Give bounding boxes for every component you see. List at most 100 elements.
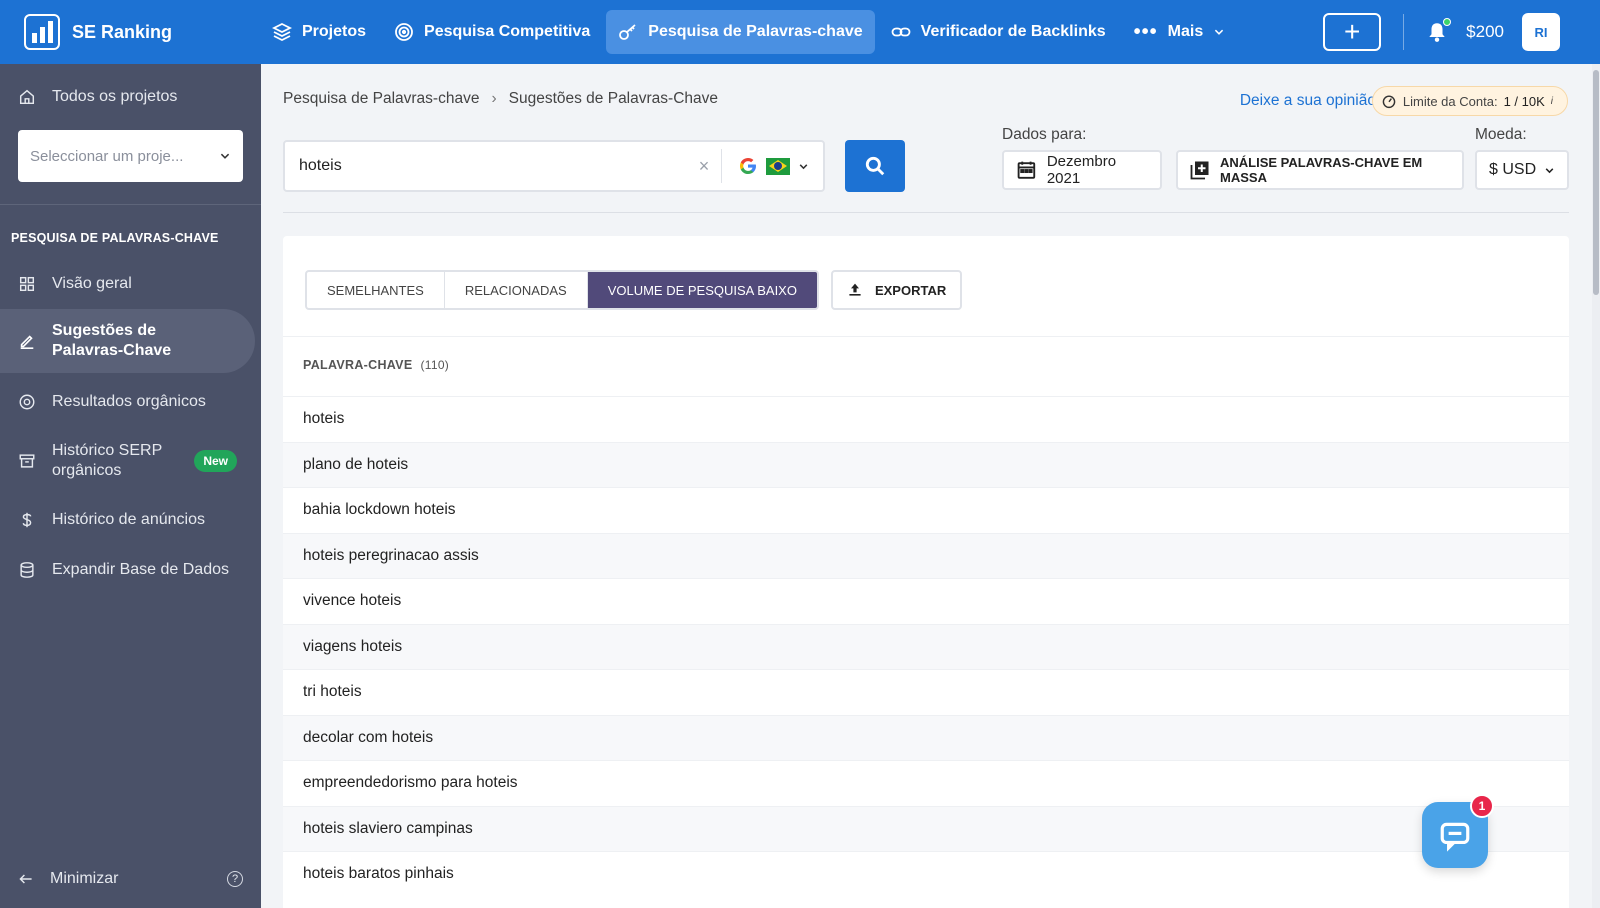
- sidebar-item-label: Sugestões de Palavras-Chave: [52, 322, 172, 359]
- sidebar-item-label: Histórico de anúncios: [52, 511, 205, 528]
- sidebar-all-projects[interactable]: Todos os projetos: [0, 64, 261, 130]
- table-row[interactable]: empreendedorismo para hoteis: [283, 760, 1569, 806]
- data-for-label: Dados para:: [1002, 126, 1087, 143]
- chat-unread-badge: 1: [1470, 794, 1494, 818]
- keyword-search-field[interactable]: hoteis ×: [283, 140, 825, 192]
- table-row[interactable]: plano de hoteis: [283, 441, 1569, 487]
- table-row[interactable]: hoteis baratos pinhais: [283, 851, 1569, 897]
- table-row[interactable]: hoteis slaviero campinas: [283, 805, 1569, 851]
- tab-related[interactable]: RELACIONADAS: [445, 272, 588, 308]
- table-row[interactable]: tri hoteis: [283, 669, 1569, 715]
- home-icon: [19, 89, 35, 105]
- export-button[interactable]: EXPORTAR: [830, 270, 963, 310]
- scrollbar[interactable]: [1592, 64, 1600, 908]
- currency-value: $ USD: [1489, 161, 1537, 178]
- chevron-down-icon: [1215, 29, 1224, 35]
- sidebar-section-heading: PESQUISA DE PALAVRAS-CHAVE: [11, 231, 219, 245]
- sidebar-item-label: Histórico SERP orgânicos: [52, 442, 162, 479]
- logo[interactable]: SE Ranking: [0, 14, 260, 50]
- target-icon: [395, 23, 413, 41]
- brazil-flag-icon: [766, 157, 790, 175]
- chevron-down-icon: [220, 153, 230, 159]
- table-row[interactable]: bahia lockdown hoteis: [283, 487, 1569, 533]
- notification-dot: [1443, 18, 1452, 26]
- nav-projects[interactable]: Projetos: [260, 10, 378, 54]
- search-input[interactable]: hoteis: [285, 157, 687, 175]
- search-button[interactable]: [845, 140, 905, 192]
- sidebar-item-label: Resultados orgânicos: [52, 393, 206, 410]
- table-row[interactable]: decolar com hoteis: [283, 714, 1569, 760]
- table-row[interactable]: hoteis: [283, 396, 1569, 442]
- sidebar-item-organic-results[interactable]: Resultados orgânicos: [0, 377, 261, 427]
- chat-button[interactable]: 1: [1422, 794, 1494, 868]
- breadcrumb-separator: ›: [491, 90, 497, 107]
- link-icon: [891, 27, 911, 37]
- sidebar-item-overview[interactable]: Visão geral: [0, 259, 261, 309]
- nav-more[interactable]: ••• Mais: [1122, 10, 1238, 54]
- account-limit-badge: Limite da Conta: 1 / 10K i: [1371, 86, 1568, 116]
- nav-label: Mais: [1167, 23, 1204, 40]
- sidebar-item-keyword-suggestions[interactable]: Sugestões de Palavras-Chave: [0, 309, 255, 373]
- info-icon[interactable]: i: [1551, 96, 1553, 107]
- project-select[interactable]: Seleccionar um proje...: [18, 130, 243, 182]
- limit-value: 1 / 10K: [1503, 93, 1545, 109]
- add-button[interactable]: +: [1323, 13, 1382, 51]
- sidebar-item-serp-history[interactable]: Histórico SERP orgânicos New: [0, 427, 261, 495]
- archive-icon: [19, 454, 35, 468]
- chevron-down-icon: [799, 163, 808, 169]
- nav-keyword-research[interactable]: Pesquisa de Palavras-chave: [606, 10, 875, 54]
- search-engine-select[interactable]: [721, 149, 823, 183]
- circle-target-icon: [19, 394, 35, 410]
- app-name: SE Ranking: [72, 21, 173, 42]
- add-multiple-icon: [1190, 161, 1209, 180]
- sidebar-item-expand-database[interactable]: Expandir Base de Dados: [0, 545, 261, 595]
- top-navigation-bar: SE Ranking Projetos Pesquisa Competitiva…: [0, 0, 1600, 64]
- notifications-button[interactable]: [1426, 18, 1452, 43]
- help-icon[interactable]: ?: [227, 871, 243, 887]
- column-header-keyword[interactable]: PALAVRA-CHAVE: [303, 358, 412, 372]
- scrollbar-thumb[interactable]: [1593, 70, 1599, 295]
- project-select-placeholder: Seleccionar um proje...: [30, 147, 184, 165]
- edit-icon: [20, 335, 34, 350]
- search-icon: [865, 156, 885, 176]
- minimize-label: Minimizar: [50, 870, 119, 887]
- sidebar-item-label: Expandir Base de Dados: [52, 561, 229, 578]
- account-balance[interactable]: $200: [1466, 22, 1504, 42]
- tab-similar[interactable]: SEMELHANTES: [307, 272, 445, 308]
- logo-icon: [24, 14, 60, 50]
- breadcrumb-parent[interactable]: Pesquisa de Palavras-chave: [283, 90, 479, 108]
- calendar-icon: [1017, 161, 1036, 179]
- currency-select[interactable]: $ USD: [1475, 150, 1569, 190]
- grid-icon: [19, 276, 35, 292]
- breadcrumb: Pesquisa de Palavras-chave › Sugestões d…: [283, 90, 718, 108]
- sidebar-item-ads-history[interactable]: Histórico de anúncios: [0, 495, 261, 545]
- date-picker-button[interactable]: Dezembro 2021: [1002, 150, 1162, 190]
- nav-label: Projetos: [302, 23, 367, 40]
- currency-label: Moeda:: [1475, 126, 1527, 143]
- more-icon: •••: [1133, 21, 1158, 43]
- minimize-sidebar-button[interactable]: Minimizar ?: [0, 850, 261, 908]
- feedback-link[interactable]: Deixe a sua opinião: [1240, 92, 1376, 110]
- keyword-type-tabs: SEMELHANTES RELACIONADAS VOLUME DE PESQU…: [305, 270, 819, 310]
- main-content: Pesquisa de Palavras-chave › Sugestões d…: [261, 64, 1600, 908]
- tab-low-search-volume[interactable]: VOLUME DE PESQUISA BAIXO: [587, 272, 817, 308]
- chat-icon: [1440, 822, 1470, 852]
- nav-label: Pesquisa de Palavras-chave: [648, 23, 863, 40]
- new-badge: New: [194, 450, 237, 472]
- nav-backlink-checker[interactable]: Verificador de Backlinks: [879, 10, 1118, 54]
- bulk-label: ANÁLISE PALAVRAS-CHAVE EM MASSA: [1220, 155, 1423, 185]
- table-row[interactable]: viagens hoteis: [283, 623, 1569, 669]
- nav-label: Pesquisa Competitiva: [424, 23, 591, 40]
- clear-icon[interactable]: ×: [687, 156, 721, 177]
- nav-competitive-research[interactable]: Pesquisa Competitiva: [382, 10, 602, 54]
- sidebar: Todos os projetos Seleccionar um proje..…: [0, 64, 261, 908]
- divider: [1403, 14, 1405, 50]
- gauge-icon: [1382, 95, 1396, 109]
- database-icon: [20, 562, 34, 578]
- avatar[interactable]: RI: [1522, 13, 1560, 51]
- table-row[interactable]: vivence hoteis: [283, 578, 1569, 624]
- bulk-analysis-button[interactable]: ANÁLISE PALAVRAS-CHAVE EM MASSA: [1176, 150, 1464, 190]
- breadcrumb-current: Sugestões de Palavras-Chave: [508, 90, 718, 107]
- results-panel: SEMELHANTES RELACIONADAS VOLUME DE PESQU…: [283, 236, 1569, 908]
- table-row[interactable]: hoteis peregrinacao assis: [283, 532, 1569, 578]
